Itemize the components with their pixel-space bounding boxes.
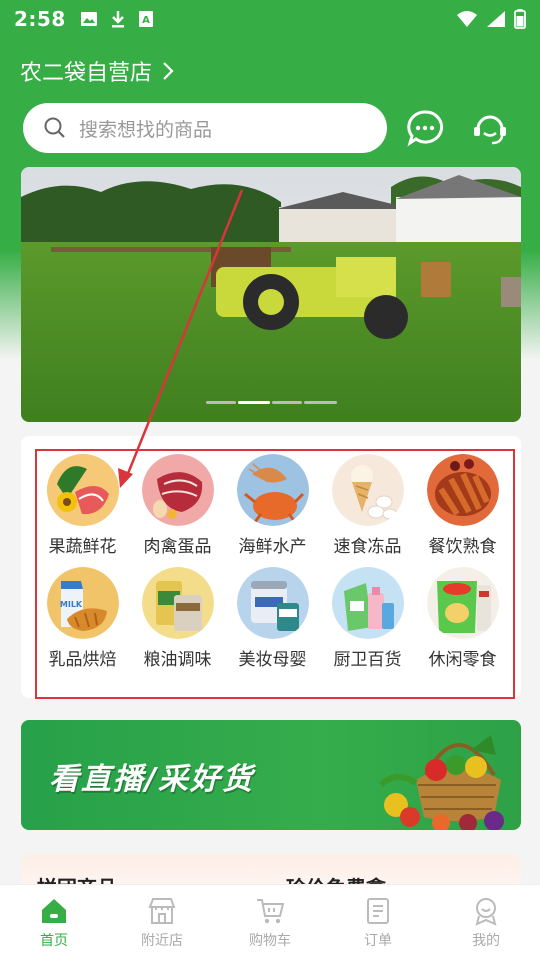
tab-cart[interactable]: 购物车 [216,896,324,950]
cart-icon [257,898,285,923]
customer-service-button[interactable] [470,108,510,148]
category-item-kitchen[interactable]: 厨卫百货 [320,567,415,670]
category-label: 美妆母婴 [238,650,307,670]
image-notification-icon [80,12,97,26]
svg-text:A: A [142,15,150,26]
category-label: 休闲零食 [428,650,497,670]
app-notification-icon: A [138,11,153,27]
signal-icon [487,11,505,27]
status-time: 2:58 [14,7,66,31]
tab-label: 购物车 [249,932,291,949]
category-item-seafood[interactable]: 海鲜水产 [225,454,320,557]
category-grid: 果蔬鲜花 肉禽蛋品 海鲜水产 速食冻品 餐饮熟食 MILK 乳品烘焙 粮油调味 … [35,454,515,670]
store-icon [148,897,176,924]
farm-scene-image [21,167,521,422]
wifi-icon [457,11,477,27]
category-item-frozen[interactable]: 速食冻品 [320,454,415,557]
customer-service-icon [474,115,506,145]
promo-banner[interactable] [21,167,521,422]
vegetable-basket-image [378,735,504,830]
chevron-right-icon [163,62,174,80]
frozen-food-icon [331,454,404,526]
meat-icon [141,454,214,526]
category-label: 果蔬鲜花 [48,537,117,557]
tab-label: 附近店 [141,932,183,949]
category-label: 海鲜水产 [238,537,307,557]
message-button[interactable] [405,108,445,148]
download-icon [111,11,124,28]
home-icon [42,898,66,923]
live-banner-text: 看直播/采好货 [49,762,254,797]
tab-nearby-store[interactable]: 附近店 [108,896,216,950]
search-placeholder: 搜索想找的商品 [79,118,213,141]
category-item-grain[interactable]: 粮油调味 [130,567,225,670]
tab-home[interactable]: 首页 [0,896,108,950]
vegetables-icon [46,454,119,526]
category-item-beauty[interactable]: 美妆母婴 [225,567,320,670]
tab-label: 首页 [40,932,68,949]
svg-text:MILK: MILK [59,600,82,609]
kitchen-bath-icon [331,567,404,639]
message-icon [407,110,444,147]
order-icon [367,897,389,924]
category-label: 肉禽蛋品 [143,537,212,557]
beauty-baby-icon [236,567,309,639]
category-item-cooked[interactable]: 餐饮熟食 [415,454,510,557]
tab-label: 我的 [472,932,500,949]
dairy-bakery-icon: MILK [46,567,119,639]
category-label: 粮油调味 [143,650,212,670]
category-item-snacks[interactable]: 休闲零食 [415,567,510,670]
category-item-meat[interactable]: 肉禽蛋品 [130,454,225,557]
battery-icon [514,9,526,29]
bottom-tab-bar: 首页 附近店 购物车 订单 我的 [0,884,540,960]
category-label: 乳品烘焙 [48,650,117,670]
seafood-icon [236,454,309,526]
store-selector[interactable]: 农二袋自营店 [20,54,174,88]
live-stream-banner[interactable]: 看直播/采好货 [21,720,521,830]
tab-profile[interactable]: 我的 [432,896,540,950]
category-item-dairy[interactable]: MILK 乳品烘焙 [35,567,130,670]
profile-icon [475,897,497,926]
tab-label: 订单 [364,932,392,949]
category-label: 速食冻品 [333,537,402,557]
status-bar: 2:58 A [0,0,540,38]
search-input[interactable]: 搜索想找的商品 [23,103,387,153]
category-item-vegetables[interactable]: 果蔬鲜花 [35,454,130,557]
grain-oil-icon [141,567,214,639]
category-label: 餐饮熟食 [428,537,497,557]
search-icon [44,117,65,138]
snacks-icon [426,567,499,639]
store-name: 农二袋自营店 [20,61,153,86]
tab-orders[interactable]: 订单 [324,896,432,950]
category-label: 厨卫百货 [333,650,402,670]
cooked-food-icon [426,454,499,526]
